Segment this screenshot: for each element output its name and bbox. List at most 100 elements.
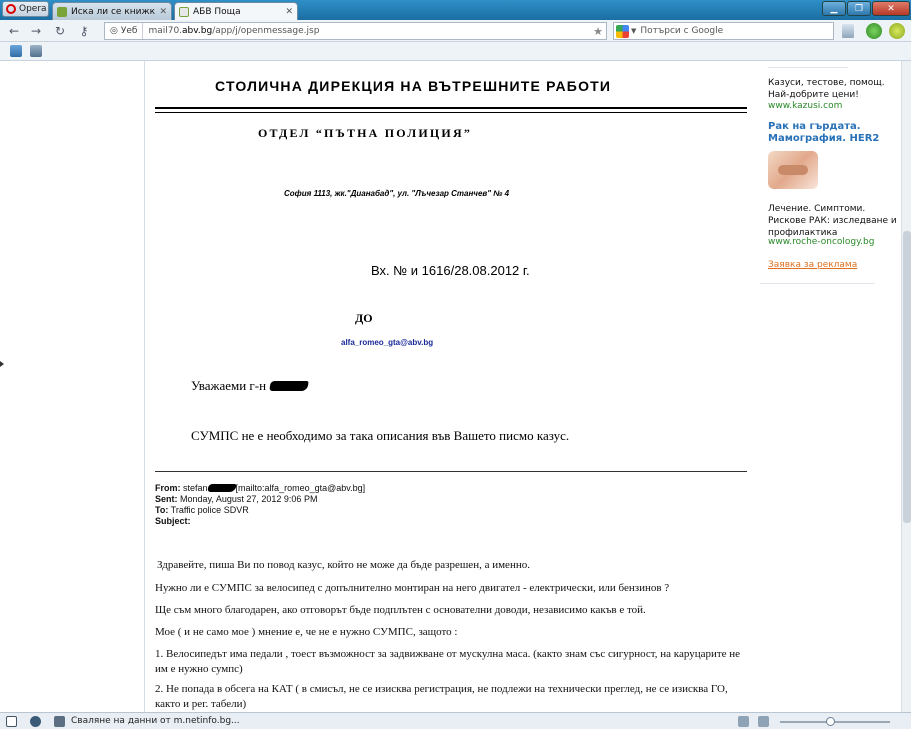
download-icon[interactable] <box>889 23 905 39</box>
reload-icon: ↻ <box>54 24 66 38</box>
opera-menu-label: Opera <box>19 4 47 14</box>
close-icon: ✕ <box>887 3 895 14</box>
zoom-slider-handle[interactable] <box>826 717 835 726</box>
divider <box>155 471 747 472</box>
url-path: /app/j/openmessage.jsp <box>212 26 320 36</box>
letter-greeting-line: Уважаеми г-н <box>191 378 309 394</box>
divider <box>155 112 747 113</box>
reload-button[interactable]: ↻ <box>52 23 68 39</box>
subject-line: Subject: <box>155 516 191 526</box>
status-bar: Сваляне на данни от m.netinfo.bg... <box>0 712 911 729</box>
letter-greeting: Уважаеми г-н <box>191 378 267 393</box>
site-favicon-icon <box>57 6 67 17</box>
close-window-button[interactable]: ✕ <box>872 1 910 16</box>
home-favicon-icon <box>179 6 189 17</box>
divider <box>155 107 747 109</box>
tab-label: Иска ли се книжка за ... <box>71 6 156 17</box>
opera-logo-icon <box>6 4 16 14</box>
navigation-toolbar: ← → ↻ ⚷ ◎ Уеб mail70.abv.bg/app/j/openme… <box>0 20 911 42</box>
link-icon[interactable] <box>54 716 65 727</box>
panel-toggle-icon[interactable] <box>6 716 17 727</box>
zoom-slider[interactable] <box>780 721 890 723</box>
letter-to-email[interactable]: alfa_romeo_gta@abv.bg <box>341 338 433 347</box>
globe-icon: ◎ <box>110 26 118 36</box>
page-content: СТОЛИЧНА ДИРЕКЦИЯ НА ВЪТРЕШНИТЕ РАБОТИ О… <box>0 61 911 712</box>
web-badge-label: Уеб <box>120 26 138 36</box>
minimize-icon: ▁ <box>830 3 838 14</box>
forward-button[interactable]: → <box>28 23 44 39</box>
collapse-arrow-icon[interactable] <box>0 361 4 367</box>
redaction-mark <box>269 381 309 391</box>
ad-title[interactable]: Мамография. HER2 <box>768 133 879 145</box>
quoted-paragraph: Нужно ли е СУМПС за велосипед с допълнит… <box>155 582 670 594</box>
to-value: Traffic police SDVR <box>170 505 249 515</box>
letter-department: ОТДЕЛ “ПЪТНА ПОЛИЦИЯ” <box>258 126 473 140</box>
scrollbar-thumb[interactable] <box>903 231 911 523</box>
panel-icon[interactable] <box>842 24 854 38</box>
ad-text[interactable]: Казуси, тестове, помощ. <box>768 77 885 89</box>
web-badge[interactable]: ◎ Уеб <box>105 23 144 39</box>
quoted-paragraph: Мое ( и не само мое ) мнение е, че не е … <box>155 626 458 638</box>
quoted-paragraph: Ще съм много благодарен, ако отговорът б… <box>155 604 646 616</box>
key-icon: ⚷ <box>79 24 89 38</box>
to-label: To: <box>155 505 169 515</box>
search-placeholder: Потърси с Google <box>640 26 724 36</box>
left-panel <box>0 61 145 712</box>
divider <box>760 283 875 284</box>
status-text: Сваляне на данни от m.netinfo.bg... <box>71 716 240 726</box>
key-button[interactable]: ⚷ <box>76 23 92 39</box>
letter-to-label: ДО <box>355 311 373 325</box>
browser-window: Opera Иска ли се книжка за ... ✕ АБВ Пощ… <box>0 0 911 729</box>
chevron-down-icon[interactable]: ▼ <box>631 27 636 35</box>
redaction-mark <box>206 484 237 492</box>
ad-title[interactable]: Рак на гърдата. <box>768 121 861 133</box>
tab-close-icon[interactable]: ✕ <box>285 7 293 17</box>
url-domain: abv.bg <box>182 26 213 36</box>
back-arrow-icon: ← <box>8 24 20 38</box>
sent-label: Sent: <box>155 494 178 504</box>
turbo-icon[interactable] <box>866 23 882 39</box>
speed-dial-icon[interactable] <box>10 45 22 57</box>
quoted-paragraph: Здравейте, пиша Ви по повод казус, който… <box>157 559 530 571</box>
ad-image[interactable] <box>768 151 818 189</box>
from-line: From: stefan [mailto:alfa_romeo_gta@abv.b… <box>155 483 365 493</box>
zoom-icon[interactable] <box>758 716 769 727</box>
quoted-paragraph: 1. Велосипедът има педали , тоест възмож… <box>155 648 741 675</box>
tab-kazus[interactable]: Иска ли се книжка за ... ✕ <box>52 2 172 20</box>
letter-heading: СТОЛИЧНА ДИРЕКЦИЯ НА ВЪТРЕШНИТЕ РАБОТИ <box>215 78 612 94</box>
opera-menu-button[interactable]: Opera <box>2 1 49 17</box>
forward-arrow-icon: → <box>30 24 42 38</box>
back-button[interactable]: ← <box>6 23 22 39</box>
letter-body: СУМПС не е необходимо за така описания в… <box>191 428 570 443</box>
letter-address: София 1113, жк."Дианабад", ул. "Лъчезар … <box>284 189 510 198</box>
minimize-button[interactable]: ▁ <box>822 1 846 16</box>
address-bar[interactable]: ◎ Уеб mail70.abv.bg/app/j/openmessage.js… <box>104 22 607 40</box>
ad-text[interactable]: Лечение. Симптоми. <box>768 203 865 215</box>
order-ad-link[interactable]: Заявка за реклама <box>768 260 857 270</box>
ad-text[interactable]: Най-добрите цени! <box>768 89 859 101</box>
cloud-icon[interactable] <box>30 716 41 727</box>
to-line: To: Traffic police SDVR <box>155 505 249 515</box>
search-box[interactable]: ▼ Потърси с Google <box>613 22 834 40</box>
url-prefix: mail70. <box>148 26 183 36</box>
view-icon[interactable] <box>738 716 749 727</box>
ad-link[interactable]: www.roche-oncology.bg <box>768 237 874 247</box>
restore-button[interactable]: ❐ <box>847 1 871 16</box>
tab-abv-mail[interactable]: АБВ Поща ✕ <box>174 2 298 20</box>
letter-reference: Вх. № и 1616/28.08.2012 г. <box>371 263 530 278</box>
bookmark-icon[interactable] <box>30 45 42 57</box>
quoted-paragraph: 2. Не попада в обсега на КАТ ( в смисъл,… <box>155 683 728 710</box>
tab-label: АБВ Поща <box>193 6 241 17</box>
url-text[interactable]: mail70.abv.bg/app/j/openmessage.jsp <box>143 26 590 36</box>
subject-label: Subject: <box>155 516 191 526</box>
bookmarks-bar <box>0 42 911 61</box>
restore-icon: ❐ <box>854 3 864 14</box>
tab-close-icon[interactable]: ✕ <box>159 7 167 17</box>
google-icon <box>616 24 629 38</box>
bookmark-star-icon[interactable]: ★ <box>590 25 606 38</box>
from-email: [mailto:alfa_romeo_gta@abv.bg] <box>235 483 366 493</box>
vertical-scrollbar[interactable] <box>901 61 911 712</box>
ad-link[interactable]: www.kazusi.com <box>768 101 842 111</box>
ad-text[interactable]: Рискове РАК: изследване и <box>768 215 897 227</box>
from-name: stefan <box>183 483 208 493</box>
